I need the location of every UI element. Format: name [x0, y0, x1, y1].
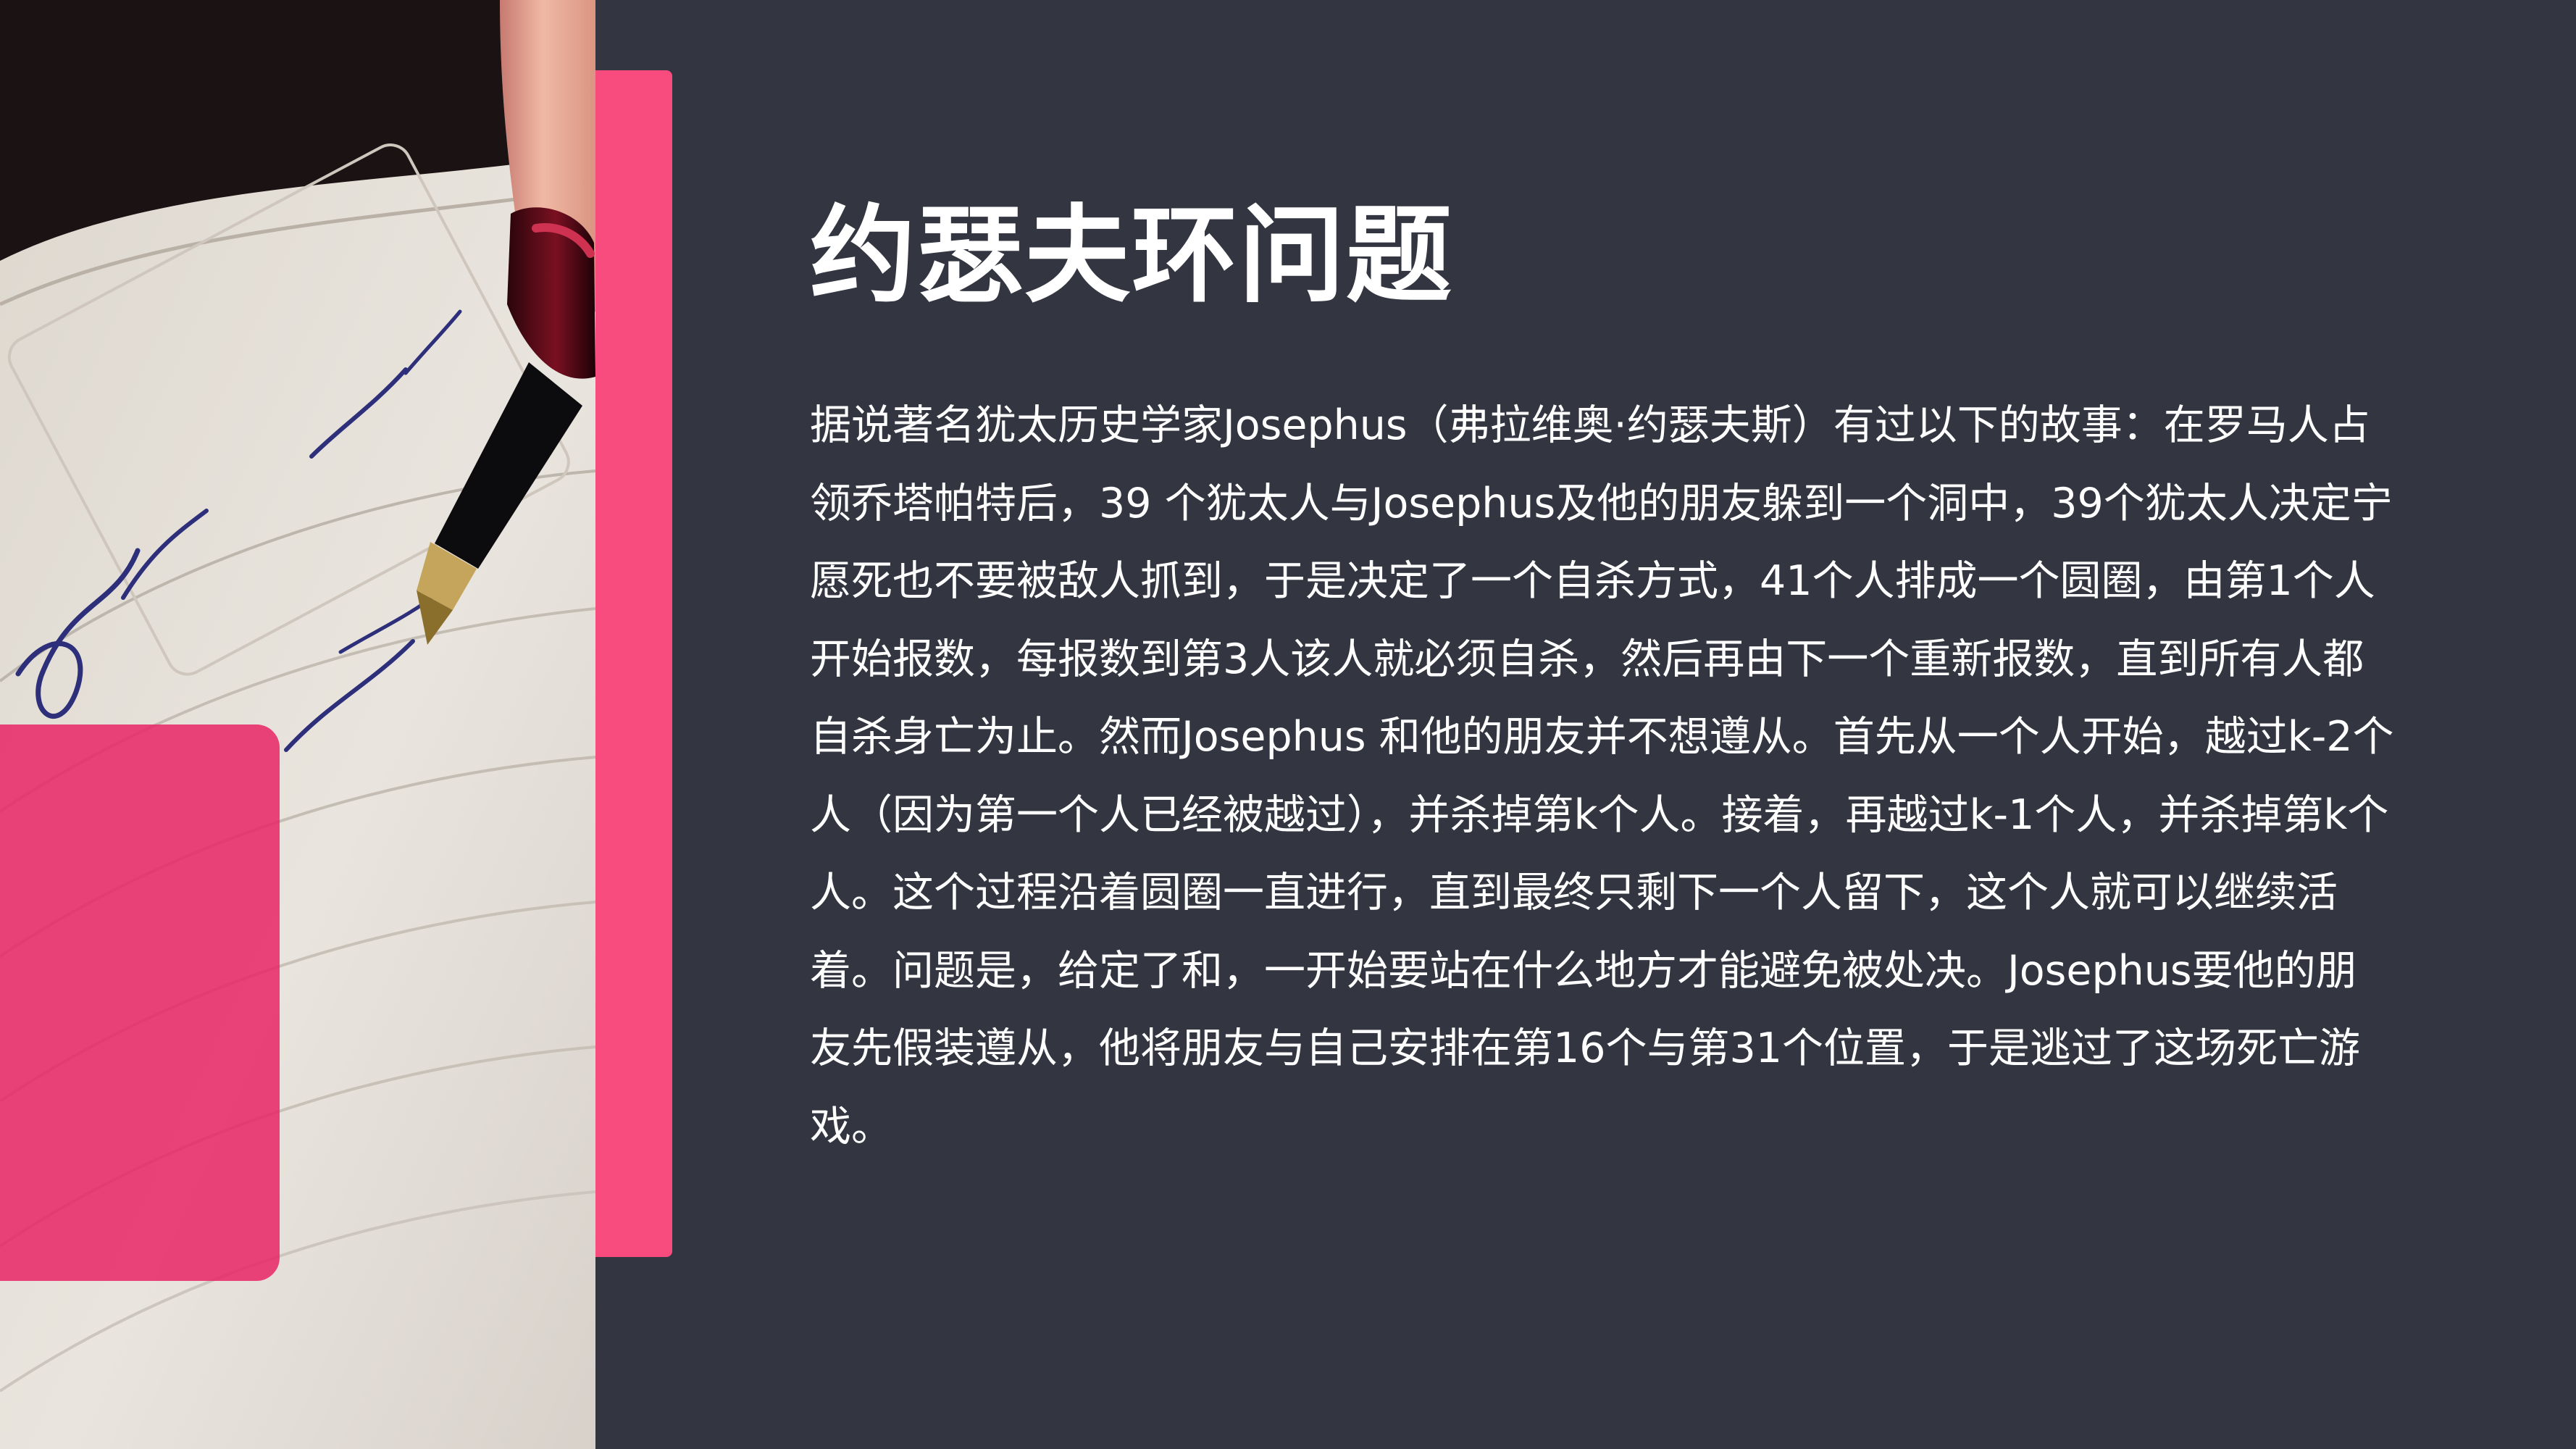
pink-accent-bar — [595, 70, 672, 1257]
presentation-slide: 约瑟夫环问题 据说著名犹太历史学家Josephus（弗拉维奥·约瑟夫斯）有过以下… — [0, 0, 2576, 1449]
pink-overlay-panel — [0, 724, 280, 1281]
body-text: 据说著名犹太历史学家Josephus（弗拉维奥·约瑟夫斯）有过以下的故事：在罗马… — [810, 401, 2394, 1151]
slide-title: 约瑟夫环问题 — [810, 194, 1453, 317]
slide-content: 约瑟夫环问题 据说著名犹太历史学家Josephus（弗拉维奥·约瑟夫斯）有过以下… — [810, 187, 2396, 1166]
